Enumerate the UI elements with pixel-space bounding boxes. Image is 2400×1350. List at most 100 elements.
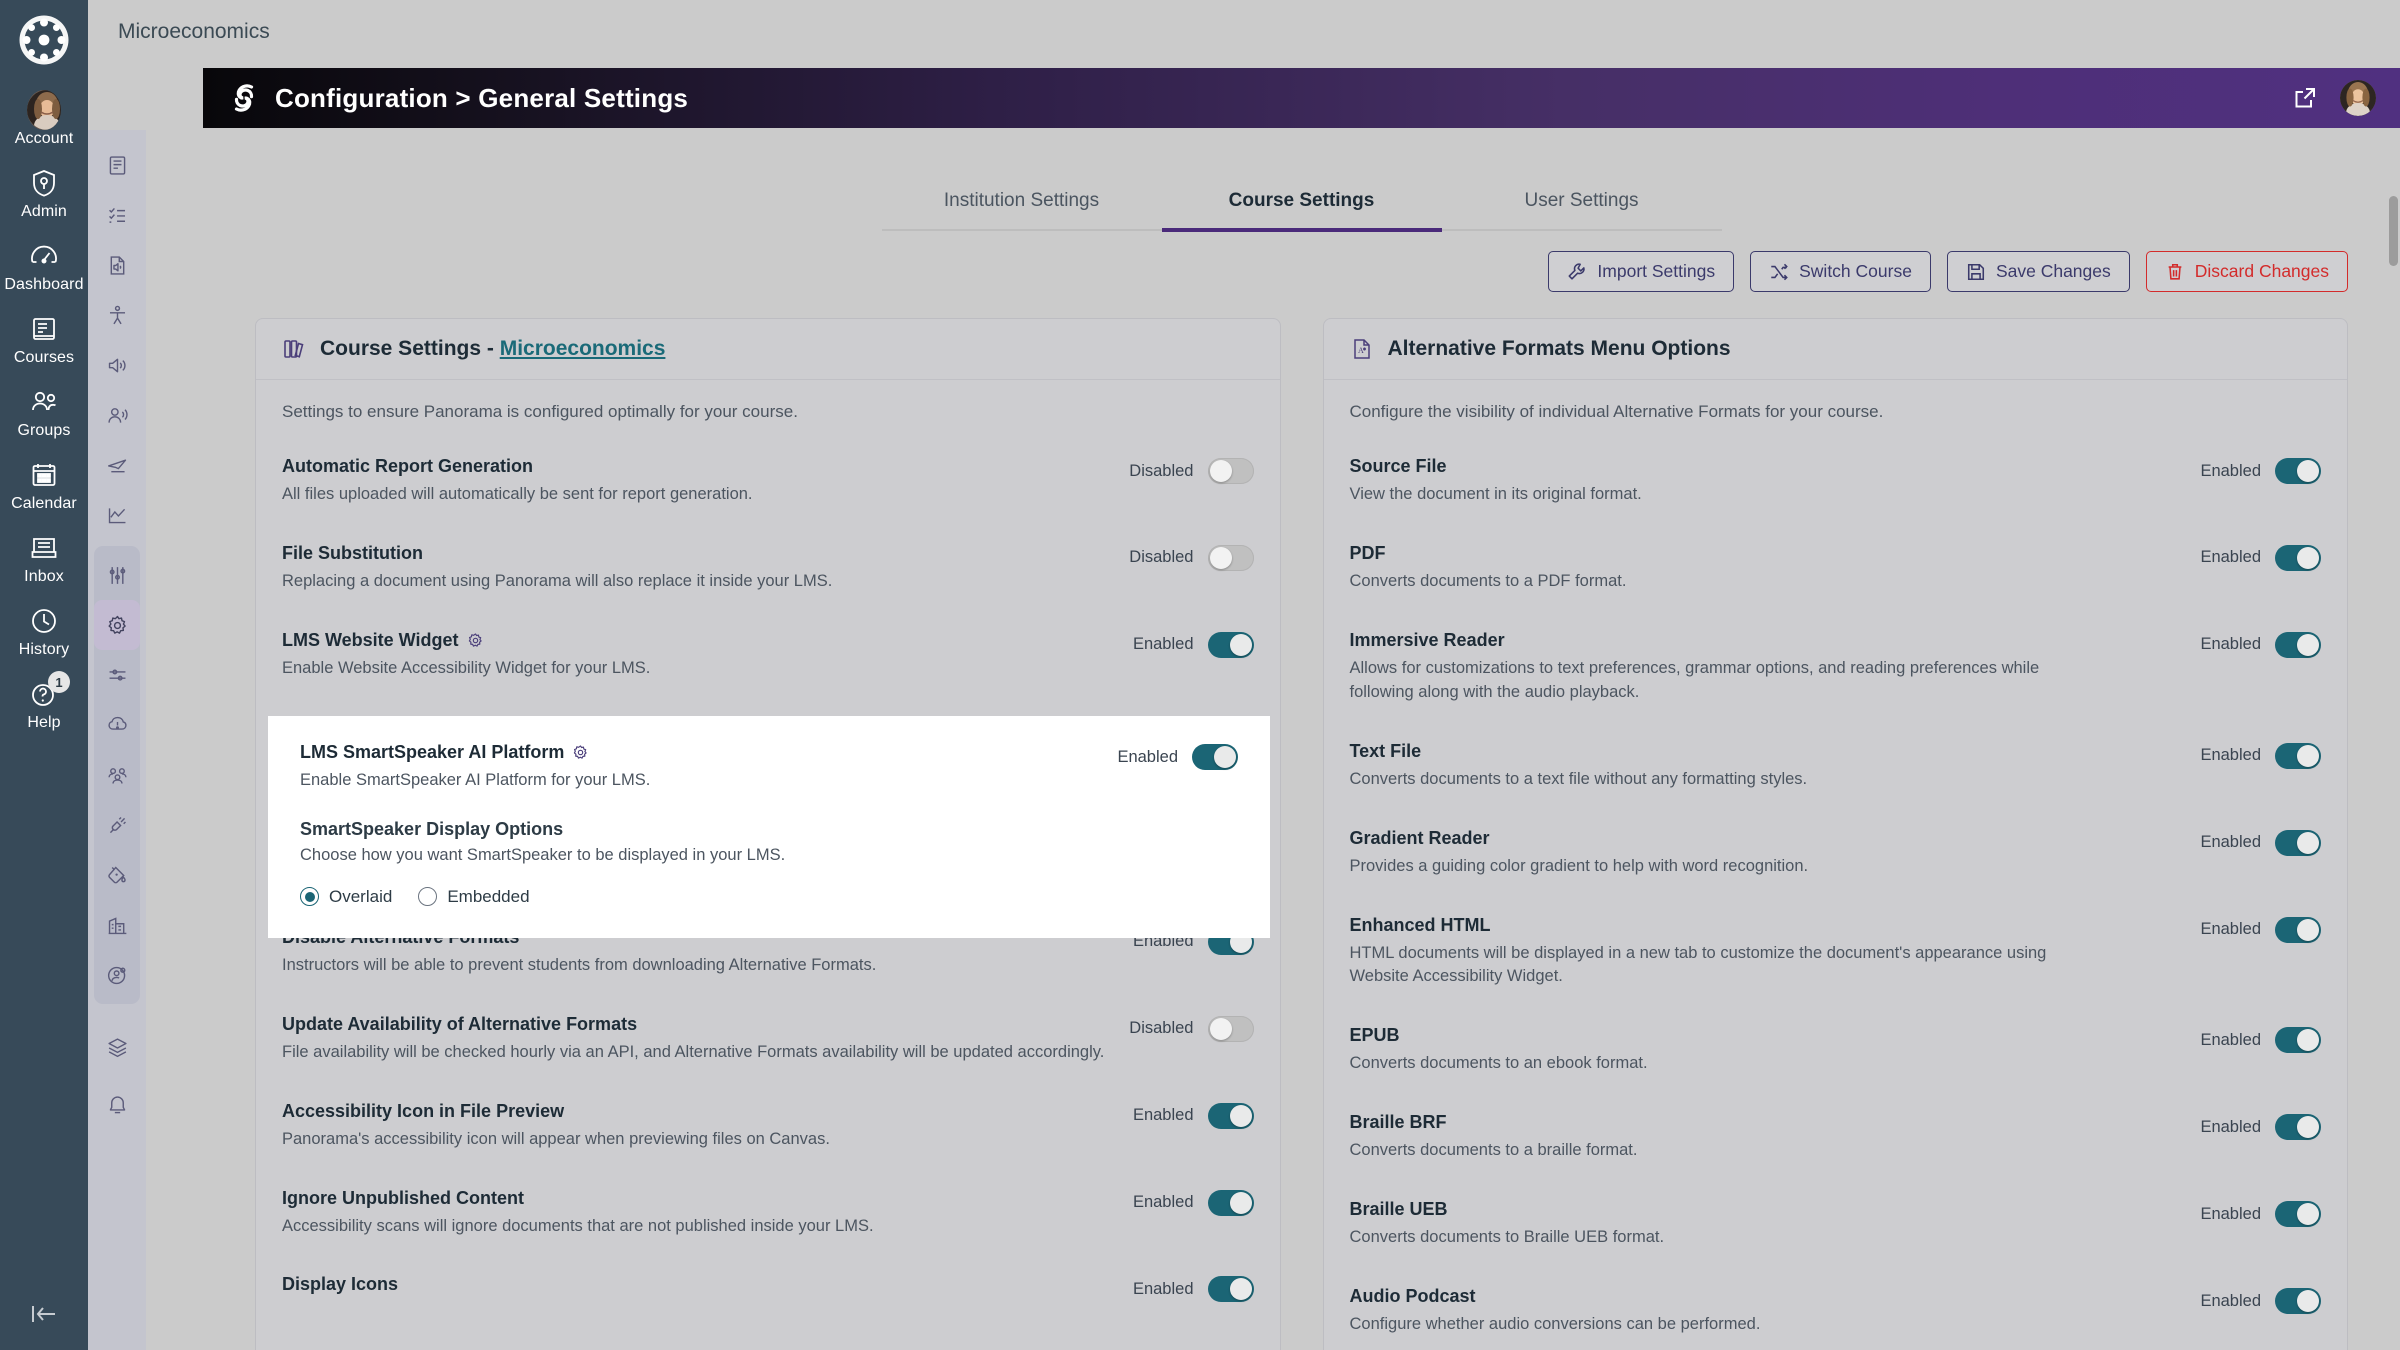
format-name: Gradient Reader bbox=[1349, 827, 1490, 848]
format-toggle[interactable] bbox=[2275, 1114, 2321, 1141]
setting-name: LMS SmartSpeaker AI Platform bbox=[300, 742, 1093, 763]
card-header: A Alternative Formats Menu Options bbox=[1323, 319, 2347, 380]
format-toggle[interactable] bbox=[2275, 1027, 2321, 1054]
format-description: View the document in its original format… bbox=[1349, 485, 1642, 503]
document-audio-icon[interactable] bbox=[94, 240, 140, 290]
format-row: Enhanced HTML HTML documents will be dis… bbox=[1350, 915, 2321, 990]
format-toggle[interactable] bbox=[2275, 742, 2321, 769]
import-settings-button[interactable]: Import Settings bbox=[1548, 251, 1735, 292]
tab-user-settings[interactable]: User Settings bbox=[1442, 176, 1722, 229]
setting-toggle[interactable] bbox=[1207, 631, 1254, 658]
format-toggle[interactable] bbox=[2275, 631, 2321, 658]
sidebar-item-label: Dashboard bbox=[4, 276, 84, 293]
user-settings-icon[interactable] bbox=[94, 950, 140, 1000]
format-toggle[interactable] bbox=[2275, 544, 2321, 571]
setting-name: LMS Website Widget bbox=[282, 630, 1109, 651]
document-text-icon[interactable] bbox=[94, 140, 140, 190]
setting-row: Automatic Report Generation All files up… bbox=[282, 456, 1254, 507]
toggle-state-label: Enabled bbox=[2200, 548, 2261, 567]
line-chart-icon[interactable] bbox=[94, 490, 140, 540]
bell-icon[interactable] bbox=[94, 1080, 140, 1130]
rail-active-group bbox=[94, 546, 140, 1004]
paper-plane-icon[interactable] bbox=[94, 440, 140, 490]
plug-connect-icon[interactable] bbox=[94, 800, 140, 850]
sidebar-item-dashboard[interactable]: Dashboard bbox=[0, 230, 88, 303]
panorama-icon-rail bbox=[88, 130, 146, 1350]
format-toggle[interactable] bbox=[2275, 1201, 2321, 1228]
sidebar-item-account[interactable]: Account bbox=[0, 84, 88, 157]
canvas-logo-icon[interactable] bbox=[18, 14, 70, 66]
page-scrollbar[interactable] bbox=[2389, 196, 2398, 266]
radio-label: Overlaid bbox=[329, 886, 393, 906]
gear-icon[interactable] bbox=[467, 632, 484, 649]
setting-toggle[interactable] bbox=[1207, 1276, 1254, 1303]
sidebar-item-groups[interactable]: Groups bbox=[0, 376, 88, 449]
panorama-logo-icon bbox=[227, 81, 261, 115]
sidebar-item-calendar[interactable]: Calendar bbox=[0, 449, 88, 522]
collapse-left-icon[interactable] bbox=[0, 1302, 88, 1326]
toggle-state-label: Enabled bbox=[2200, 461, 2261, 480]
setting-name: Ignore Unpublished Content bbox=[282, 1187, 524, 1208]
radio-dot bbox=[300, 887, 319, 907]
sidebar-item-inbox[interactable]: Inbox bbox=[0, 522, 88, 595]
dashboard-gauge-icon bbox=[27, 239, 61, 273]
checklist-icon[interactable] bbox=[94, 190, 140, 240]
display-options-title: SmartSpeaker Display Options bbox=[300, 818, 564, 839]
setting-toggle[interactable] bbox=[1207, 544, 1254, 571]
setting-toggle[interactable] bbox=[1207, 1102, 1254, 1129]
setting-name: Update Availability of Alternative Forma… bbox=[282, 1013, 638, 1034]
sliders-vertical-icon[interactable] bbox=[94, 550, 140, 600]
speaker-icon[interactable] bbox=[94, 340, 140, 390]
sidebar-item-label: History bbox=[18, 641, 70, 658]
switch-course-button[interactable]: Switch Course bbox=[1750, 251, 1931, 292]
format-description: Configure whether audio conversions can … bbox=[1349, 1315, 1761, 1334]
format-row: EPUB Converts documents to an ebook form… bbox=[1350, 1025, 2321, 1076]
toggle-state-label: Disabled bbox=[1129, 548, 1194, 567]
format-toggle[interactable] bbox=[2275, 1288, 2321, 1315]
setting-name: Accessibility Icon in File Preview bbox=[282, 1100, 565, 1121]
page-title: Configuration > General Settings bbox=[275, 82, 689, 113]
alert-cloud-icon[interactable] bbox=[94, 700, 140, 750]
main-area: Microeconomics Configuration > General S… bbox=[88, 0, 2400, 1350]
user-avatar-icon[interactable] bbox=[2340, 80, 2376, 116]
gear-icon[interactable] bbox=[572, 744, 589, 761]
sliders-horizontal-icon[interactable] bbox=[94, 650, 140, 700]
layers-icon[interactable] bbox=[94, 1022, 140, 1072]
radio-dot bbox=[418, 887, 438, 907]
setting-toggle[interactable] bbox=[1207, 1015, 1254, 1042]
radio-overlaid[interactable]: Overlaid bbox=[300, 887, 392, 907]
card-description: Settings to ensure Panorama is configure… bbox=[282, 402, 798, 421]
accessibility-person-icon[interactable] bbox=[94, 290, 140, 340]
sidebar-item-history[interactable]: History bbox=[0, 595, 88, 668]
setting-name: File Substitution bbox=[282, 542, 423, 563]
format-name: PDF bbox=[1349, 542, 1386, 563]
setting-toggle[interactable] bbox=[1192, 744, 1238, 770]
setting-toggle[interactable] bbox=[1207, 458, 1254, 484]
format-toggle[interactable] bbox=[2275, 458, 2321, 484]
format-toggle[interactable] bbox=[2275, 916, 2321, 943]
course-link[interactable]: Microeconomics bbox=[500, 337, 666, 360]
sidebar-item-courses[interactable]: Courses bbox=[0, 303, 88, 376]
sidebar-item-help[interactable]: 1 Help bbox=[0, 668, 88, 741]
paint-bucket-icon[interactable] bbox=[94, 850, 140, 900]
voice-profile-icon[interactable] bbox=[94, 390, 140, 440]
radio-embedded[interactable]: Embedded bbox=[418, 887, 530, 907]
alternative-formats-card: A Alternative Formats Menu Options Confi… bbox=[1322, 318, 2348, 1350]
discard-changes-button[interactable]: Discard Changes bbox=[2145, 251, 2348, 292]
toggle-state-label: Enabled bbox=[2200, 635, 2261, 654]
tab-institution-settings[interactable]: Institution Settings bbox=[882, 176, 1162, 229]
svg-text:A: A bbox=[1358, 346, 1364, 355]
gear-icon[interactable] bbox=[94, 600, 140, 650]
setting-row: Display Icons Enabled bbox=[282, 1274, 1254, 1303]
setting-description: File availability will be checked hourly… bbox=[282, 1042, 1105, 1061]
save-changes-button[interactable]: Save Changes bbox=[1946, 251, 2130, 292]
tab-course-settings[interactable]: Course Settings bbox=[1161, 176, 1442, 232]
setting-toggle[interactable] bbox=[1207, 1189, 1254, 1216]
sidebar-item-admin[interactable]: Admin bbox=[0, 157, 88, 230]
alt-format-doc-icon: A bbox=[1350, 337, 1374, 361]
external-link-icon[interactable] bbox=[2292, 85, 2318, 111]
group-people-icon[interactable] bbox=[94, 750, 140, 800]
format-toggle[interactable] bbox=[2275, 829, 2321, 856]
format-name: Immersive Reader bbox=[1349, 629, 1505, 650]
building-icon[interactable] bbox=[94, 900, 140, 950]
